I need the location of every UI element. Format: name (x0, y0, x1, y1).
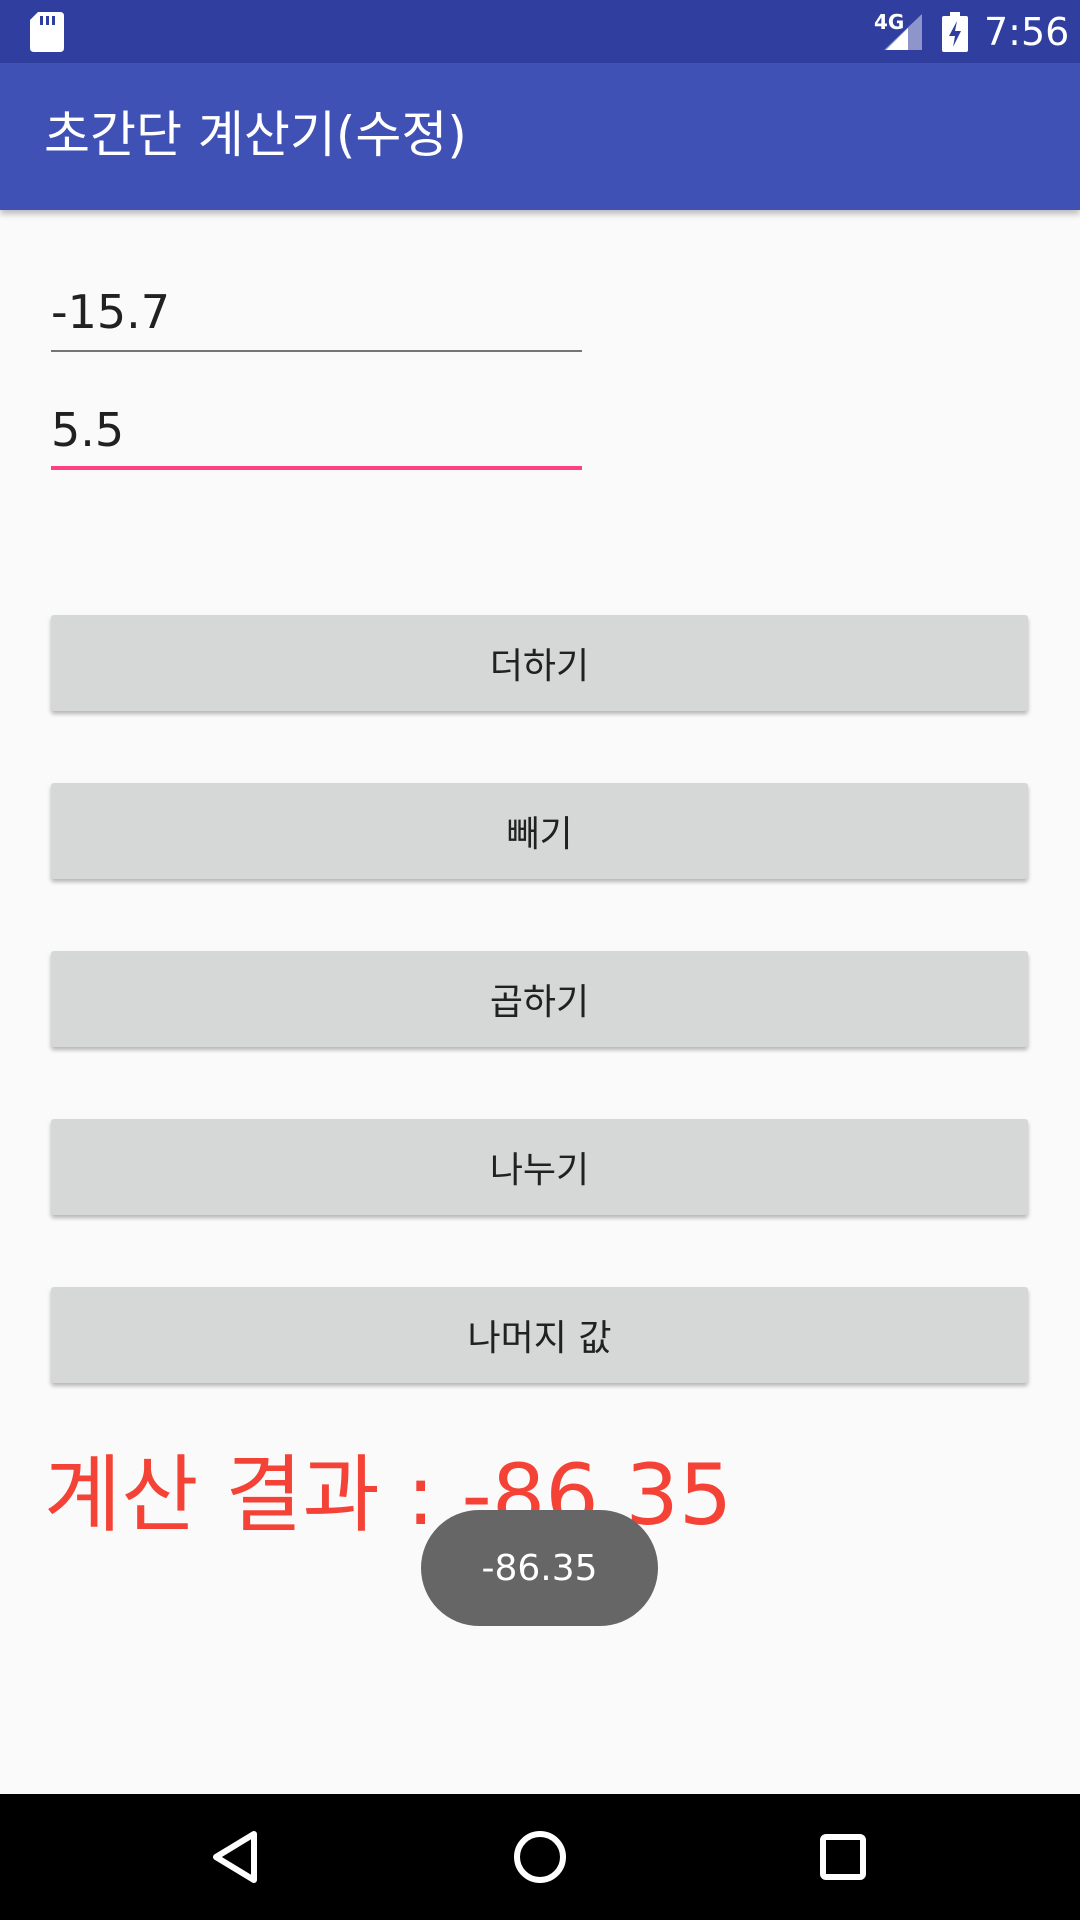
multiply-button[interactable]: 곱하기 (51, 951, 1028, 1047)
status-bar: 4G 7:56 (0, 0, 1080, 63)
toast-message: -86.35 (421, 1510, 658, 1626)
subtract-button[interactable]: 빼기 (51, 783, 1028, 879)
battery-charging-icon (942, 12, 968, 52)
add-button[interactable]: 더하기 (51, 615, 1028, 711)
remainder-button[interactable]: 나머지 값 (51, 1287, 1028, 1383)
status-clock: 7:56 (984, 10, 1070, 54)
back-icon[interactable] (202, 1824, 268, 1890)
home-icon[interactable] (507, 1824, 573, 1890)
sd-card-icon (30, 12, 64, 52)
second-number-input[interactable]: 5.5 (51, 400, 582, 470)
signal-icon (884, 14, 922, 50)
app-bar: 초간단 계산기(수정) (0, 63, 1080, 210)
recents-icon[interactable] (810, 1824, 876, 1890)
divide-button[interactable]: 나누기 (51, 1119, 1028, 1215)
first-number-input[interactable]: -15.7 (51, 282, 582, 352)
navigation-bar (0, 1794, 1080, 1920)
app-title: 초간단 계산기(수정) (44, 106, 467, 164)
